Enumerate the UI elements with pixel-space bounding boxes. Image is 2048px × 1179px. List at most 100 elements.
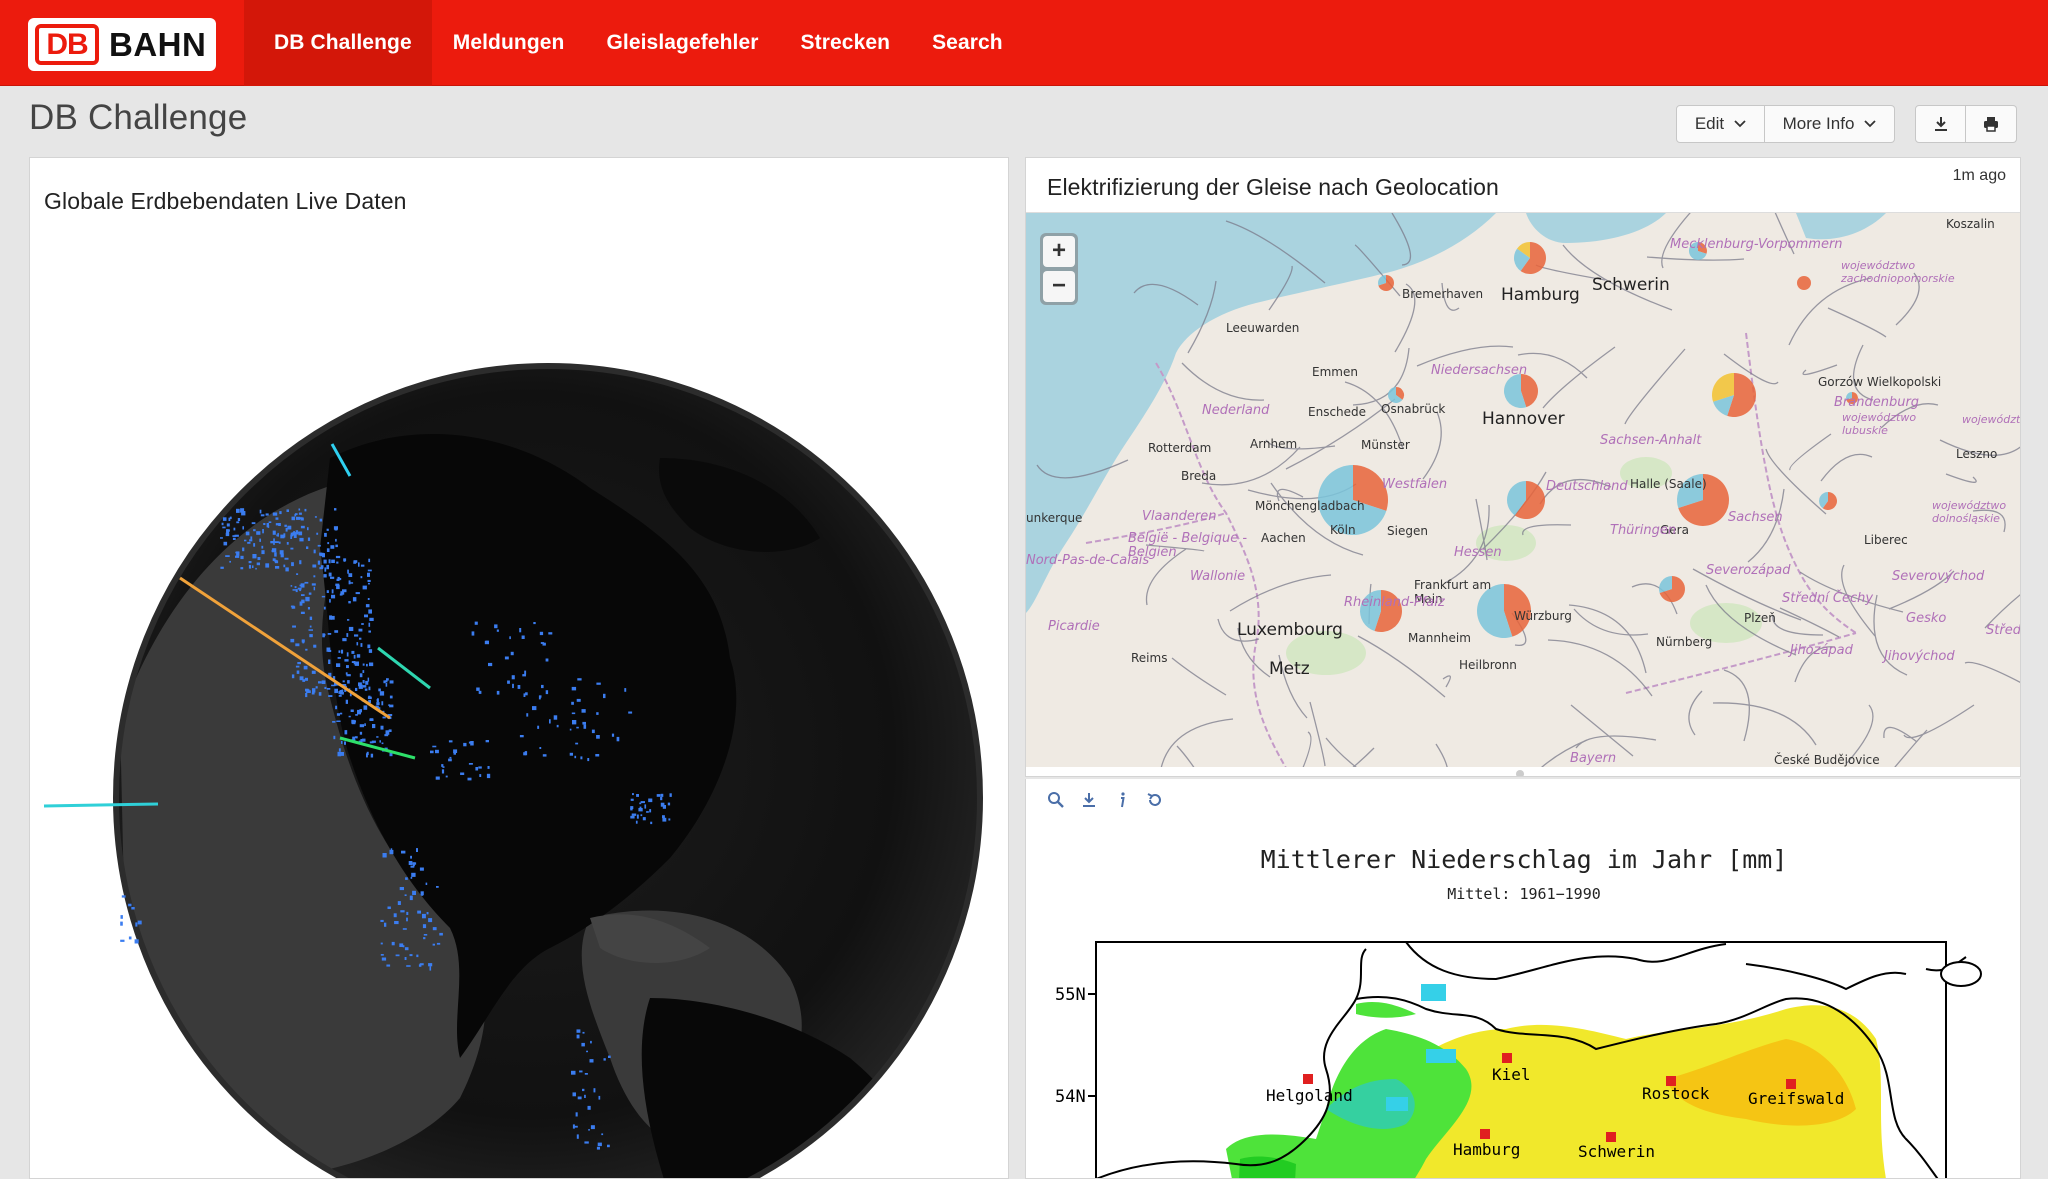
quake-point [542, 642, 546, 646]
quake-point [335, 538, 337, 542]
zoom-in-button[interactable]: + [1043, 236, 1075, 267]
quake-point [265, 513, 269, 516]
quake-point [582, 1088, 585, 1092]
quake-point [504, 656, 509, 660]
quake-point [242, 526, 244, 530]
quake-point [389, 695, 393, 699]
quake-point [572, 720, 577, 725]
quake-point [295, 516, 301, 520]
map-label: Schwerin [1592, 275, 1670, 295]
quake-point [635, 820, 638, 824]
quake-point [376, 736, 379, 738]
quake-point [362, 680, 365, 684]
quake-point [120, 915, 123, 919]
city-label-schwerin: Schwerin [1578, 1142, 1655, 1161]
quake-point [229, 560, 231, 563]
quake-point [419, 867, 424, 871]
nav-item-gleislagefehler[interactable]: Gleislagefehler [585, 0, 779, 86]
quake-point [474, 621, 478, 625]
quake-point [408, 861, 413, 865]
quake-point [290, 638, 295, 643]
map-label: Leszno [1956, 447, 1998, 461]
quake-point [368, 630, 371, 633]
map-label: Thüringen [1610, 523, 1677, 538]
print-icon [1984, 117, 1998, 132]
quake-point [323, 559, 327, 564]
quake-point [368, 609, 372, 614]
earthquake-globe[interactable] [30, 158, 1009, 1179]
quake-point [305, 596, 310, 602]
quake-point [636, 794, 639, 797]
nav-item-strecken[interactable]: Strecken [780, 0, 912, 86]
quake-point [402, 928, 407, 930]
quake-point [308, 629, 313, 631]
quake-point [439, 932, 443, 936]
precipitation-map[interactable]: 55N 54N Kiel Helgoland Rostock Greifswal… [1026, 779, 2021, 1179]
edit-button[interactable]: Edit [1676, 105, 1765, 143]
quake-point [236, 521, 240, 524]
quake-point [596, 682, 601, 685]
quake-point [338, 650, 341, 653]
quake-point [313, 586, 316, 591]
quake-point [291, 605, 294, 609]
quake-point [587, 758, 590, 762]
quake-point [336, 584, 340, 590]
quake-point [356, 642, 359, 646]
quake-point [656, 794, 661, 797]
quake-point [339, 578, 342, 581]
quake-point [226, 529, 229, 534]
quake-point [317, 560, 321, 565]
nav-item-search[interactable]: Search [911, 0, 1024, 86]
quake-point [624, 688, 627, 692]
quake-point [221, 522, 224, 526]
quake-point [353, 661, 356, 665]
quake-point [327, 542, 330, 545]
quake-point [385, 730, 390, 735]
more-info-button[interactable]: More Info [1765, 105, 1895, 143]
quake-point [574, 755, 577, 759]
quake-point [569, 752, 573, 756]
quake-point [596, 735, 600, 739]
quake-point [630, 806, 634, 809]
quake-point [359, 637, 362, 640]
quake-point [632, 793, 634, 796]
quake-point [326, 548, 330, 552]
quake-point [333, 735, 336, 740]
quake-point [348, 573, 353, 577]
quake-point [386, 678, 389, 681]
quake-point [390, 848, 393, 852]
quake-point [416, 954, 419, 958]
quake-point [350, 709, 354, 712]
quake-point [580, 756, 583, 760]
quake-point [304, 581, 309, 584]
nav-item-meldungen[interactable]: Meldungen [432, 0, 586, 86]
quake-point [389, 680, 394, 684]
quake-point [603, 1058, 606, 1061]
quake-point [577, 678, 582, 681]
map-label: Breda [1181, 469, 1217, 483]
quake-point [312, 688, 316, 693]
geo-map[interactable]: + − Hamburg Schwerin Bremerhaven Koszali… [1026, 212, 2020, 767]
city-label-hamburg: Hamburg [1453, 1140, 1520, 1159]
zoom-out-button[interactable]: − [1043, 271, 1075, 302]
print-button[interactable] [1966, 105, 2017, 143]
quake-point [393, 913, 397, 918]
quake-point [334, 508, 337, 511]
quake-point [478, 690, 482, 694]
quake-point [432, 943, 435, 946]
map-label: Niedersachsen [1431, 363, 1528, 378]
map-label: Westfalen [1382, 477, 1448, 492]
quake-point [345, 699, 348, 704]
quake-point [494, 624, 498, 629]
quake-point [475, 767, 479, 771]
download-button[interactable] [1915, 105, 1966, 143]
quake-point [660, 802, 665, 807]
map-label: Nürnberg [1656, 635, 1713, 649]
quake-point [339, 752, 344, 756]
db-bahn-logo[interactable]: DB BAHN [28, 18, 216, 71]
quake-point [251, 522, 256, 525]
pie-slice[interactable] [1797, 276, 1811, 290]
nav-item-db-challenge[interactable]: DB Challenge [244, 0, 432, 86]
panel-resize-handle[interactable] [1516, 770, 1524, 776]
quake-point [300, 611, 305, 614]
